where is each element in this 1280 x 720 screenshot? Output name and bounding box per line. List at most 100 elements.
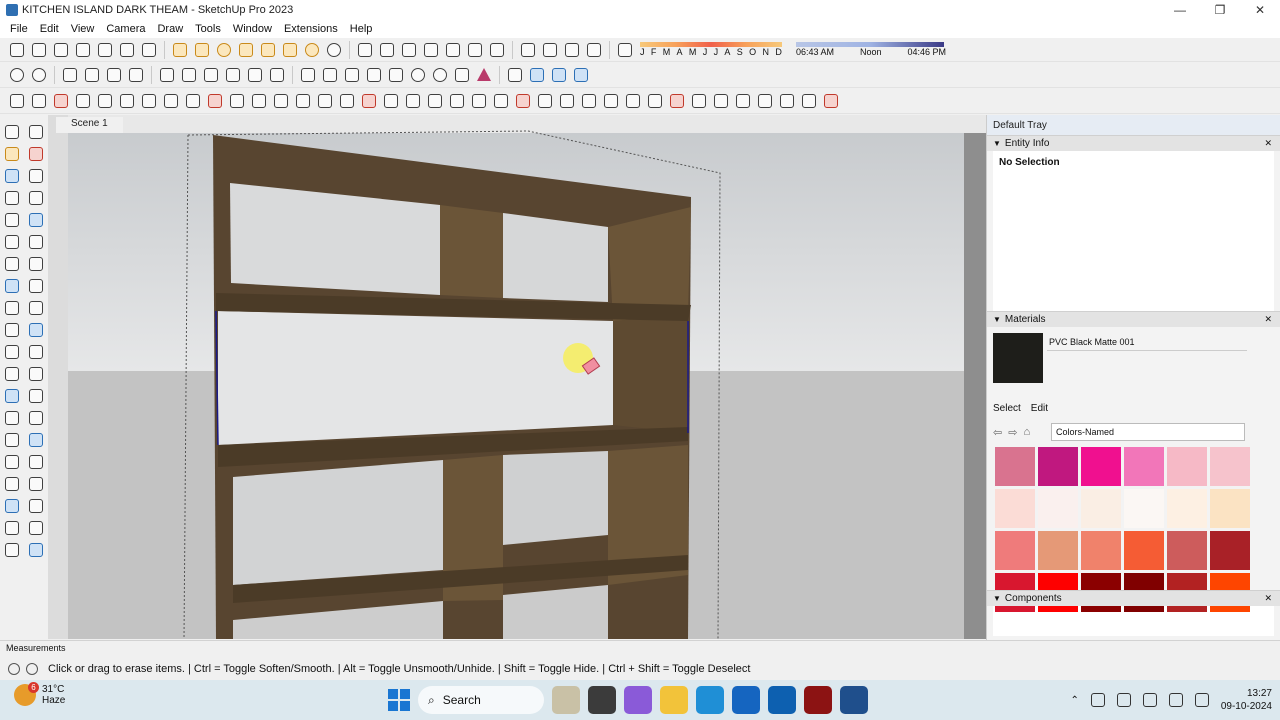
ruler-icon[interactable] xyxy=(236,40,256,60)
slice-icon[interactable] xyxy=(469,91,489,111)
menu-help[interactable]: Help xyxy=(344,23,379,35)
grid-mesh-icon[interactable] xyxy=(777,91,797,111)
arrows-icon[interactable] xyxy=(491,91,511,111)
export-icon[interactable] xyxy=(584,40,604,60)
entity-info-header[interactable]: ▼ Entity Info ✕ xyxy=(987,135,1280,151)
group-icon[interactable] xyxy=(298,65,318,85)
glove-icon[interactable] xyxy=(403,91,423,111)
zoom-icon[interactable] xyxy=(26,452,46,472)
section-plane-icon[interactable] xyxy=(2,430,22,450)
angle-icon[interactable] xyxy=(227,91,247,111)
collapse-arrow-icon[interactable]: ▼ xyxy=(993,594,1001,603)
speaker-icon[interactable] xyxy=(1168,693,1183,707)
menu-view[interactable]: View xyxy=(65,23,101,35)
home-icon[interactable] xyxy=(51,40,71,60)
dome-icon[interactable] xyxy=(302,40,322,60)
circle-tool-icon[interactable] xyxy=(2,232,22,252)
follow-me-icon[interactable] xyxy=(26,320,46,340)
table-icon[interactable] xyxy=(192,40,212,60)
image-icon[interactable] xyxy=(245,65,265,85)
style-hidden-line-icon[interactable] xyxy=(126,65,146,85)
minimize-button[interactable]: — xyxy=(1160,0,1200,20)
file-explorer-icon[interactable] xyxy=(660,686,688,714)
orbit-tool-icon[interactable] xyxy=(26,122,46,142)
lamp-icon[interactable] xyxy=(258,40,278,60)
chevron-up-icon[interactable]: ⌃ xyxy=(1070,695,1078,706)
material-swatch[interactable] xyxy=(1081,531,1121,570)
material-swatch[interactable] xyxy=(1167,447,1207,486)
protractor-icon[interactable] xyxy=(2,408,22,428)
collapse-arrow-icon[interactable]: ▼ xyxy=(993,139,1001,148)
material-swatch[interactable] xyxy=(1167,531,1207,570)
material-swatch[interactable] xyxy=(1124,489,1164,528)
pipe-icon[interactable] xyxy=(293,91,313,111)
three-point-arc-icon[interactable] xyxy=(26,276,46,296)
shadow-date-slider[interactable]: JFMAMJJASOND xyxy=(636,40,786,60)
app-red-icon[interactable] xyxy=(804,686,832,714)
two-point-arc-icon[interactable] xyxy=(2,276,22,296)
smoove-icon[interactable] xyxy=(26,518,46,538)
materials-header[interactable]: ▼ Materials ✕ xyxy=(987,311,1280,327)
brush-icon[interactable] xyxy=(667,91,687,111)
view-right-icon[interactable] xyxy=(421,40,441,60)
collapse-arrow-icon[interactable]: ▼ xyxy=(993,315,1001,324)
freehand-icon[interactable] xyxy=(26,188,46,208)
tab-select[interactable]: Select xyxy=(993,403,1021,414)
warehouse-icon[interactable] xyxy=(73,40,93,60)
zoom-window-icon[interactable] xyxy=(26,430,46,450)
stack-icon[interactable] xyxy=(179,65,199,85)
grid-icon[interactable] xyxy=(170,40,190,60)
component-icon[interactable] xyxy=(320,65,340,85)
style-back-edges-icon[interactable] xyxy=(82,65,102,85)
look-around-icon[interactable] xyxy=(26,496,46,516)
sweep-icon[interactable] xyxy=(645,91,665,111)
shadow-toggle-icon[interactable] xyxy=(615,40,635,60)
solid-icon[interactable] xyxy=(342,65,362,85)
microphone-icon[interactable] xyxy=(1116,693,1131,707)
bowl-icon[interactable] xyxy=(117,91,137,111)
view-front-icon[interactable] xyxy=(399,40,419,60)
stamp-icon[interactable] xyxy=(2,540,22,560)
battery-icon[interactable] xyxy=(1194,693,1209,707)
shelf-model[interactable] xyxy=(48,115,986,639)
forward-arrow-icon[interactable]: ⇨ xyxy=(1008,426,1017,439)
material-name-field[interactable]: PVC Black Matte 001 xyxy=(1047,335,1247,351)
scissors-icon[interactable] xyxy=(73,91,93,111)
cloud-icon[interactable] xyxy=(821,91,841,111)
draw-line-tool-icon[interactable] xyxy=(7,91,27,111)
tab-edit[interactable]: Edit xyxy=(1031,403,1048,414)
3d-text-icon[interactable] xyxy=(26,408,46,428)
sphere-grid-icon[interactable] xyxy=(408,65,428,85)
rotate-icon[interactable] xyxy=(2,320,22,340)
sync-icon[interactable] xyxy=(1090,693,1105,707)
store-icon[interactable] xyxy=(95,40,115,60)
material-swatch[interactable] xyxy=(1081,489,1121,528)
wave-icon[interactable] xyxy=(711,91,731,111)
light-icon[interactable] xyxy=(280,40,300,60)
sketch-blue-icon[interactable] xyxy=(549,65,569,85)
align-icon[interactable] xyxy=(157,65,177,85)
zoom-extents-icon[interactable] xyxy=(2,474,22,494)
outlook-icon[interactable] xyxy=(768,686,796,714)
columns-icon[interactable] xyxy=(601,91,621,111)
polygon-icon[interactable] xyxy=(26,232,46,252)
menu-file[interactable]: File xyxy=(4,23,34,35)
weather-widget[interactable]: 6 31°C Haze xyxy=(14,682,65,706)
paint-drop-icon[interactable] xyxy=(51,91,71,111)
geo-location-icon[interactable] xyxy=(8,663,20,675)
position-camera-icon[interactable] xyxy=(26,474,46,494)
back-arrow-icon[interactable]: ⇦ xyxy=(993,426,1002,439)
task-widget-icon[interactable] xyxy=(552,686,580,714)
layout-split-icon[interactable] xyxy=(562,40,582,60)
dimension-icon[interactable] xyxy=(26,364,46,384)
sphere-icon[interactable] xyxy=(324,40,344,60)
drape-icon[interactable] xyxy=(26,540,46,560)
circle-icon[interactable] xyxy=(214,40,234,60)
paint-bucket-icon[interactable] xyxy=(2,144,22,164)
material-swatch[interactable] xyxy=(1038,447,1078,486)
material-swatch[interactable] xyxy=(1124,447,1164,486)
close-button[interactable]: ✕ xyxy=(1240,0,1280,20)
menu-extensions[interactable]: Extensions xyxy=(278,23,344,35)
tape-icon[interactable] xyxy=(2,166,22,186)
tape-measure-icon[interactable] xyxy=(2,386,22,406)
